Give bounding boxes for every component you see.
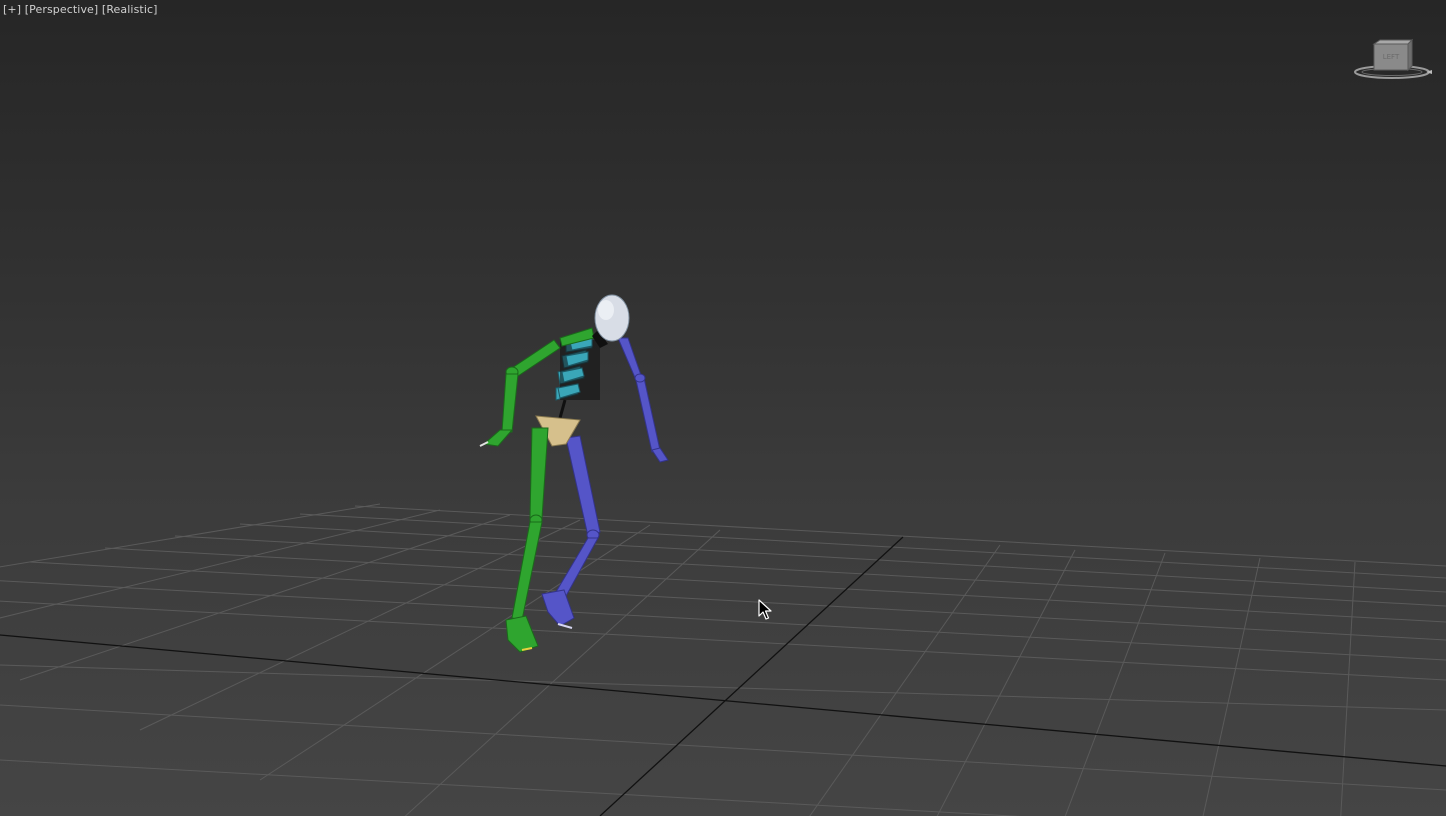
home-grid xyxy=(0,503,1446,816)
perspective-viewport[interactable]: [+] [Perspective] [Realistic] LEFT xyxy=(0,0,1446,816)
biped-spine[interactable] xyxy=(555,335,600,419)
viewcube-icon[interactable]: LEFT xyxy=(1352,36,1436,84)
biped-right-arm[interactable] xyxy=(617,337,669,463)
arrow-cursor-icon xyxy=(758,599,772,620)
grid-axis-lines xyxy=(0,536,1446,816)
scene-canvas[interactable] xyxy=(0,0,1446,816)
biped-left-leg[interactable] xyxy=(505,427,549,653)
biped-character[interactable] xyxy=(479,294,669,653)
viewcube-face-label: LEFT xyxy=(1383,53,1400,61)
biped-right-leg[interactable] xyxy=(541,435,601,629)
